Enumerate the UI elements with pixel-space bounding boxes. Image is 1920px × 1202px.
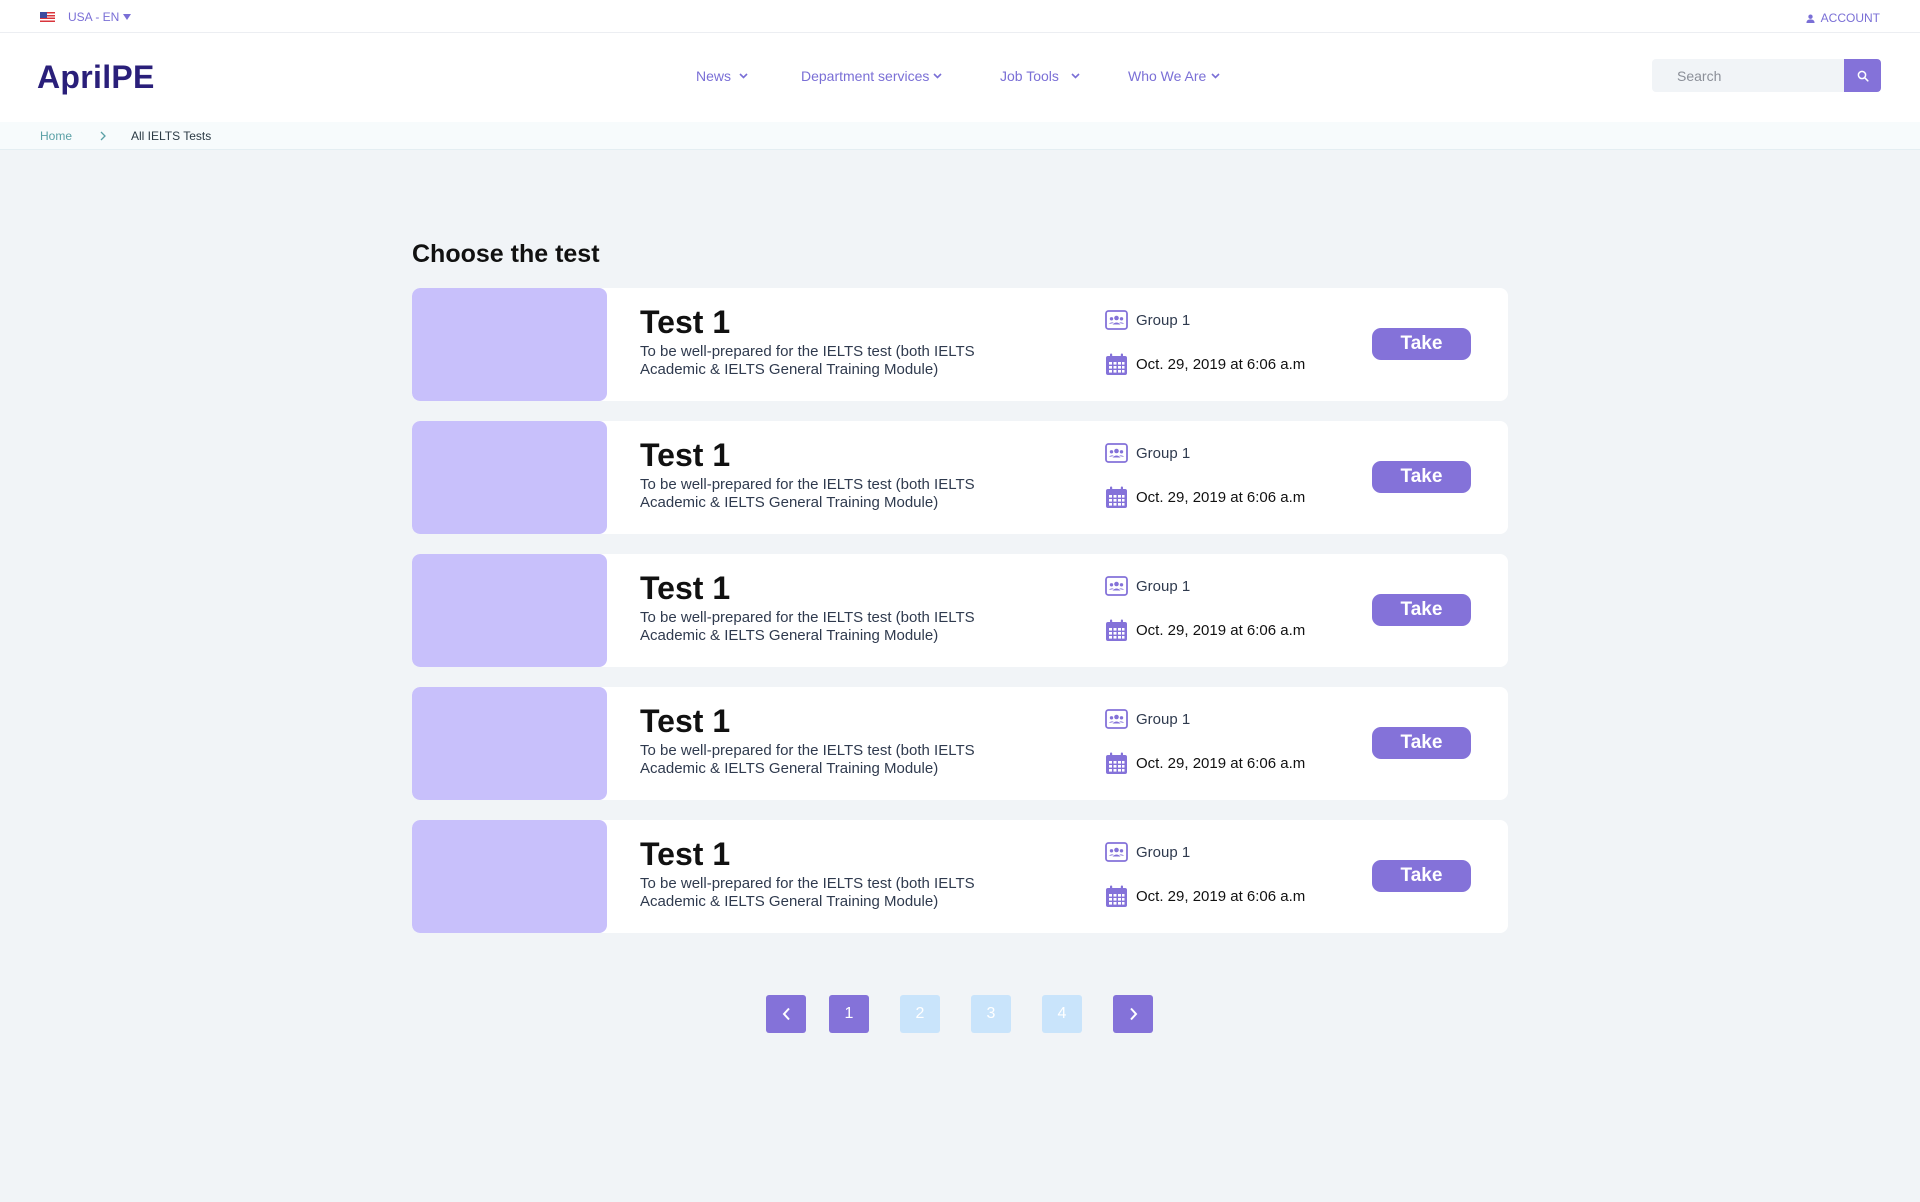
test-description: To be well-prepared for the IELTS test (… <box>640 875 975 910</box>
nav-department-services-label: Department services <box>801 68 930 84</box>
locale-selector[interactable]: USA - EN <box>40 10 132 24</box>
test-card: Test 1 To be well-prepared for the IELTS … <box>412 820 1508 933</box>
nav-news[interactable]: News <box>696 68 748 84</box>
test-thumbnail <box>412 554 607 667</box>
pagination-page-4[interactable]: 4 <box>1042 995 1082 1033</box>
test-group-label: Group 1 <box>1136 710 1191 728</box>
account-label: ACCOUNT <box>1820 11 1880 25</box>
test-description: To be well-prepared for the IELTS test (… <box>640 609 975 644</box>
test-group: Group 1 <box>1105 443 1190 463</box>
test-group-label: Group 1 <box>1136 444 1191 462</box>
calendar-icon <box>1106 486 1127 508</box>
site-logo[interactable]: AprilPE <box>37 59 155 96</box>
test-card: Test 1 To be well-prepared for the IELTS … <box>412 554 1508 667</box>
breadcrumb-home[interactable]: Home <box>40 129 72 143</box>
take-test-button[interactable]: Take <box>1372 727 1471 759</box>
calendar-icon <box>1106 885 1127 907</box>
test-title: Test 1 <box>640 836 731 872</box>
test-date-label: Oct. 29, 2019 at 6:06 a.m <box>1136 356 1306 373</box>
nav-job-tools[interactable]: Job Tools <box>1000 68 1080 84</box>
chevron-right-icon <box>100 131 106 141</box>
chevron-down-icon <box>1211 73 1220 79</box>
test-date: Oct. 29, 2019 at 6:06 a.m <box>1105 752 1305 775</box>
test-date: Oct. 29, 2019 at 6:06 a.m <box>1105 885 1305 908</box>
group-icon <box>1105 842 1128 862</box>
take-test-button[interactable]: Take <box>1372 860 1471 892</box>
caret-down-icon <box>123 14 132 20</box>
test-thumbnail <box>412 820 607 933</box>
group-icon <box>1105 576 1128 596</box>
test-title: Test 1 <box>640 703 731 739</box>
chevron-left-icon <box>782 1007 790 1021</box>
test-group-label: Group 1 <box>1136 311 1191 329</box>
pagination-page-2[interactable]: 2 <box>900 995 940 1033</box>
locale-label: USA - EN <box>68 10 120 24</box>
site-header: AprilPE News Department services Job Too… <box>0 33 1920 122</box>
pagination-page-3[interactable]: 3 <box>971 995 1011 1033</box>
top-bar: USA - EN ACCOUNT <box>0 0 1920 33</box>
test-thumbnail <box>412 687 607 800</box>
test-group-label: Group 1 <box>1136 843 1191 861</box>
test-title: Test 1 <box>640 437 731 473</box>
chevron-right-icon <box>1129 1007 1137 1021</box>
group-icon <box>1105 709 1128 729</box>
search-button[interactable] <box>1844 59 1881 92</box>
test-description: To be well-prepared for the IELTS test (… <box>640 343 975 378</box>
calendar-icon <box>1106 619 1127 641</box>
user-icon <box>1806 14 1815 23</box>
test-group: Group 1 <box>1105 842 1190 862</box>
calendar-icon <box>1106 752 1127 774</box>
take-test-button[interactable]: Take <box>1372 594 1471 626</box>
chevron-down-icon <box>739 73 748 79</box>
test-thumbnail <box>412 421 607 534</box>
test-card: Test 1 To be well-prepared for the IELTS … <box>412 421 1508 534</box>
page-title: Choose the test <box>412 240 600 268</box>
breadcrumb: Home All IELTS Tests <box>0 122 1920 150</box>
test-title: Test 1 <box>640 304 731 340</box>
test-date-label: Oct. 29, 2019 at 6:06 a.m <box>1136 755 1306 772</box>
search-input[interactable] <box>1652 59 1844 92</box>
test-thumbnail <box>412 288 607 401</box>
test-group: Group 1 <box>1105 310 1190 330</box>
nav-job-tools-label: Job Tools <box>1000 68 1059 84</box>
test-date: Oct. 29, 2019 at 6:06 a.m <box>1105 353 1305 376</box>
take-test-button[interactable]: Take <box>1372 328 1471 360</box>
pagination-prev-button[interactable] <box>766 995 806 1033</box>
test-date-label: Oct. 29, 2019 at 6:06 a.m <box>1136 489 1306 506</box>
test-card: Test 1 To be well-prepared for the IELTS … <box>412 687 1508 800</box>
calendar-icon <box>1106 353 1127 375</box>
search-bar <box>1652 59 1881 92</box>
test-date: Oct. 29, 2019 at 6:06 a.m <box>1105 486 1305 509</box>
test-group: Group 1 <box>1105 709 1190 729</box>
nav-who-we-are[interactable]: Who We Are <box>1128 68 1220 84</box>
group-icon <box>1105 310 1128 330</box>
test-description: To be well-prepared for the IELTS test (… <box>640 476 975 511</box>
nav-department-services[interactable]: Department services <box>801 68 942 84</box>
test-date: Oct. 29, 2019 at 6:06 a.m <box>1105 619 1305 642</box>
search-icon <box>1857 70 1869 82</box>
test-title: Test 1 <box>640 570 731 606</box>
breadcrumb-current: All IELTS Tests <box>131 128 212 143</box>
group-icon <box>1105 443 1128 463</box>
test-date-label: Oct. 29, 2019 at 6:06 a.m <box>1136 622 1306 639</box>
pagination-page-1[interactable]: 1 <box>829 995 869 1033</box>
chevron-down-icon <box>1071 73 1080 79</box>
take-test-button[interactable]: Take <box>1372 461 1471 493</box>
nav-news-label: News <box>696 68 732 84</box>
test-date-label: Oct. 29, 2019 at 6:06 a.m <box>1136 888 1306 905</box>
test-description: To be well-prepared for the IELTS test (… <box>640 742 975 777</box>
account-link[interactable]: ACCOUNT <box>1806 11 1880 25</box>
us-flag-icon <box>40 12 55 22</box>
test-group: Group 1 <box>1105 576 1190 596</box>
pagination-next-button[interactable] <box>1113 995 1153 1033</box>
chevron-down-icon <box>933 73 942 79</box>
test-card: Test 1 To be well-prepared for the IELTS … <box>412 288 1508 401</box>
nav-who-we-are-label: Who We Are <box>1128 68 1207 84</box>
test-group-label: Group 1 <box>1136 577 1191 595</box>
